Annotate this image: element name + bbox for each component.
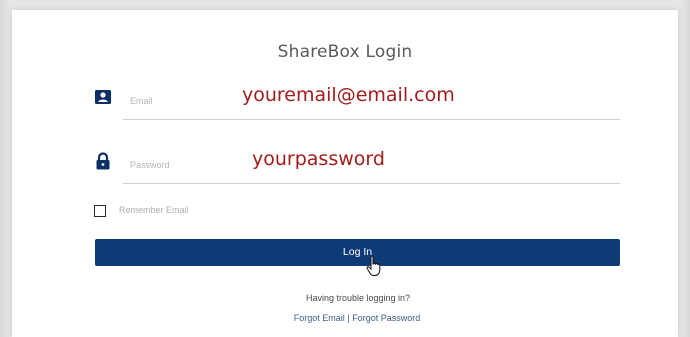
email-underline	[123, 119, 620, 120]
trouble-text: Having trouble logging in?	[305, 293, 411, 303]
email-field[interactable]: Email youremail@email.com	[95, 84, 620, 120]
remember-email-checkbox[interactable]	[94, 205, 106, 217]
password-underline	[123, 183, 620, 184]
password-placeholder: Password	[130, 160, 170, 170]
email-placeholder: Email	[130, 96, 153, 106]
contact-card-icon	[95, 90, 111, 104]
link-separator: |	[347, 313, 350, 323]
password-value[interactable]: yourpassword	[252, 148, 385, 170]
email-value[interactable]: youremail@email.com	[242, 84, 455, 106]
page-title: ShareBox Login	[277, 42, 413, 62]
page: ShareBox Login Email youremail@email.com…	[0, 0, 690, 337]
forgot-email-link[interactable]: Forgot Email	[294, 313, 345, 323]
login-button[interactable]: Log In	[95, 239, 620, 266]
lock-icon	[96, 152, 110, 170]
hand-cursor-icon	[366, 255, 381, 276]
password-field[interactable]: Password yourpassword	[95, 148, 620, 184]
forgot-password-link[interactable]: Forgot Password	[352, 313, 420, 323]
remember-email-label: Remember Email	[119, 205, 189, 215]
help-links: Forgot Email | Forgot Password	[0, 313, 690, 323]
